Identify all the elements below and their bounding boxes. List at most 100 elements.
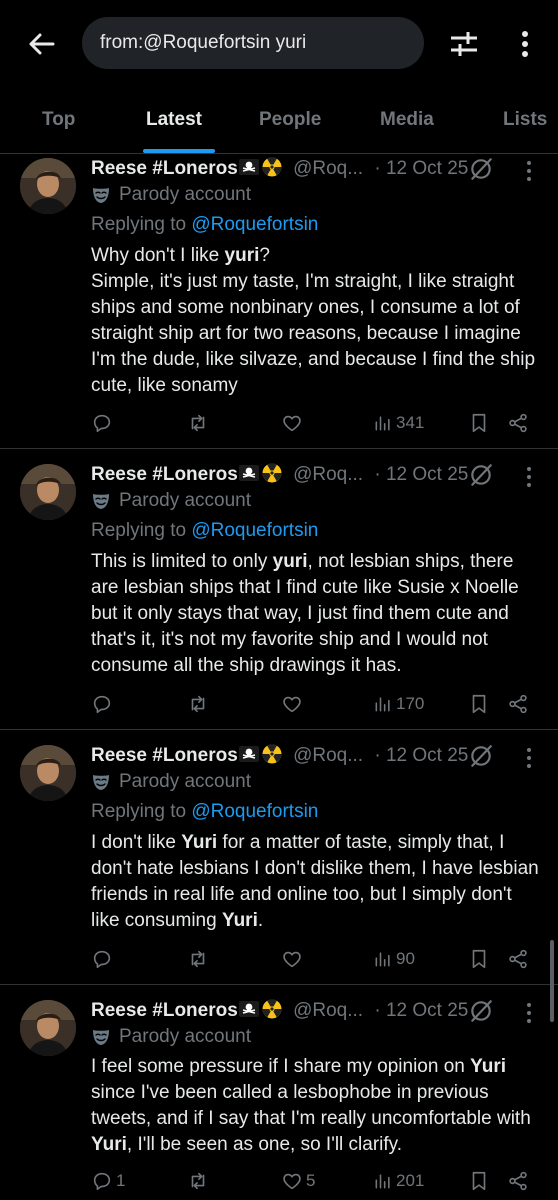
pirate-flag-icon xyxy=(239,157,259,177)
search-tabs: Top Latest People Media Lists xyxy=(0,92,558,154)
pirate-flag-icon xyxy=(239,999,259,1019)
tweet-text: I feel some pressure if I share my opini… xyxy=(91,1056,531,1155)
views-count: 341 xyxy=(396,413,425,432)
tab-media[interactable]: Media xyxy=(380,92,434,150)
parody-mask-icon xyxy=(91,185,111,205)
parody-mask-icon xyxy=(91,1027,111,1047)
tweet-text: This is limited to only yuri, not lesbia… xyxy=(91,551,519,676)
like-button[interactable]: 5 xyxy=(281,1166,315,1196)
avatar[interactable] xyxy=(20,745,76,801)
views-button[interactable]: 170 xyxy=(373,689,424,719)
views-button[interactable]: 201 xyxy=(373,1166,424,1196)
reply-button[interactable] xyxy=(91,944,116,974)
share-button[interactable] xyxy=(507,944,529,974)
tweet-text: Why don't I like yuri? Simple, it's just … xyxy=(91,245,536,396)
filter-sliders-icon[interactable] xyxy=(446,26,482,62)
parody-label: Parody account xyxy=(119,184,252,205)
avatar[interactable] xyxy=(20,464,76,520)
more-icon[interactable] xyxy=(524,1002,534,1024)
timestamp: · 12 Oct 25 xyxy=(374,745,469,766)
reply-prefix: Replying to xyxy=(91,520,187,541)
back-arrow-icon[interactable] xyxy=(24,24,58,64)
reply-icon xyxy=(91,412,113,434)
more-icon[interactable] xyxy=(524,747,534,769)
search-input[interactable]: from:@Roquefortsin yuri xyxy=(82,17,424,69)
reply-button[interactable] xyxy=(91,408,116,438)
display-name[interactable]: Reese #Loneros xyxy=(91,464,238,485)
parody-mask-icon xyxy=(91,772,111,792)
radioactive-icon xyxy=(262,157,282,177)
scrollbar[interactable] xyxy=(550,940,554,1022)
parody-mask-icon xyxy=(91,491,111,511)
tabs-divider xyxy=(0,153,558,154)
views-button[interactable]: 90 xyxy=(373,944,415,974)
avatar[interactable] xyxy=(20,158,76,214)
more-options-icon[interactable] xyxy=(512,26,538,62)
mention-link[interactable]: @Roquefortsin xyxy=(191,520,318,541)
replying-to: Replying to @Roquefortsin xyxy=(91,519,318,543)
tweet-separator xyxy=(0,448,558,449)
heart-icon xyxy=(281,948,303,970)
reply-prefix: Replying to xyxy=(91,801,187,822)
parody-badge: Parody account xyxy=(91,489,251,513)
grok-icon[interactable] xyxy=(468,743,494,769)
like-button[interactable] xyxy=(281,944,306,974)
bookmark-button[interactable] xyxy=(468,689,490,719)
reply-prefix: Replying to xyxy=(91,214,187,235)
share-icon xyxy=(507,948,529,970)
reply-button[interactable]: 1 xyxy=(91,1166,125,1196)
radioactive-icon xyxy=(262,744,282,764)
display-name[interactable]: Reese #Loneros xyxy=(91,745,238,766)
grok-icon[interactable] xyxy=(468,156,494,182)
reply-icon xyxy=(91,693,113,715)
action-bar: 170 xyxy=(0,689,558,719)
views-button[interactable]: 341 xyxy=(373,408,424,438)
repost-icon xyxy=(187,412,209,434)
reply-icon xyxy=(91,948,113,970)
tweet-header: Reese #Loneros @Roq... · 12 Oct 25 xyxy=(91,743,468,769)
repost-button[interactable] xyxy=(187,1166,209,1196)
more-icon[interactable] xyxy=(524,160,534,182)
tweet-header: Reese #Loneros @Roq... · 12 Oct 25 xyxy=(91,998,468,1024)
like-button[interactable] xyxy=(281,689,306,719)
bookmark-button[interactable] xyxy=(468,408,490,438)
bookmark-icon xyxy=(468,412,490,434)
share-icon xyxy=(507,412,529,434)
share-button[interactable] xyxy=(507,408,529,438)
grok-icon[interactable] xyxy=(468,462,494,488)
tweet-header: Reese #Loneros @Roq... · 12 Oct 25 xyxy=(91,462,468,488)
tab-latest[interactable]: Latest xyxy=(146,92,202,150)
pirate-flag-icon xyxy=(239,463,259,483)
bookmark-icon xyxy=(468,693,490,715)
views-count: 90 xyxy=(396,949,415,968)
display-name[interactable]: Reese #Loneros xyxy=(91,1000,238,1021)
share-button[interactable] xyxy=(507,689,529,719)
parody-label: Parody account xyxy=(119,771,252,792)
repost-button[interactable] xyxy=(187,689,209,719)
reply-button[interactable] xyxy=(91,689,116,719)
tab-lists[interactable]: Lists xyxy=(503,92,547,150)
display-name[interactable]: Reese #Loneros xyxy=(91,158,238,179)
tab-top[interactable]: Top xyxy=(42,92,75,150)
repost-button[interactable] xyxy=(187,944,209,974)
timestamp: · 12 Oct 25 xyxy=(374,1000,469,1021)
views-icon xyxy=(373,949,393,969)
heart-icon xyxy=(281,1170,303,1192)
mention-link[interactable]: @Roquefortsin xyxy=(191,801,318,822)
repost-button[interactable] xyxy=(187,408,209,438)
mention-link[interactable]: @Roquefortsin xyxy=(191,214,318,235)
radioactive-icon xyxy=(262,463,282,483)
like-button[interactable] xyxy=(281,408,306,438)
more-icon[interactable] xyxy=(524,466,534,488)
radioactive-icon xyxy=(262,999,282,1019)
tab-people[interactable]: People xyxy=(259,92,321,150)
avatar[interactable] xyxy=(20,1000,76,1056)
heart-icon xyxy=(281,693,303,715)
bookmark-button[interactable] xyxy=(468,944,490,974)
repost-icon xyxy=(187,693,209,715)
action-bar: 1 5 201 xyxy=(0,1166,558,1196)
grok-icon[interactable] xyxy=(468,998,494,1024)
bookmark-button[interactable] xyxy=(468,1166,490,1196)
share-button[interactable] xyxy=(507,1166,529,1196)
action-bar: 341 xyxy=(0,408,558,438)
